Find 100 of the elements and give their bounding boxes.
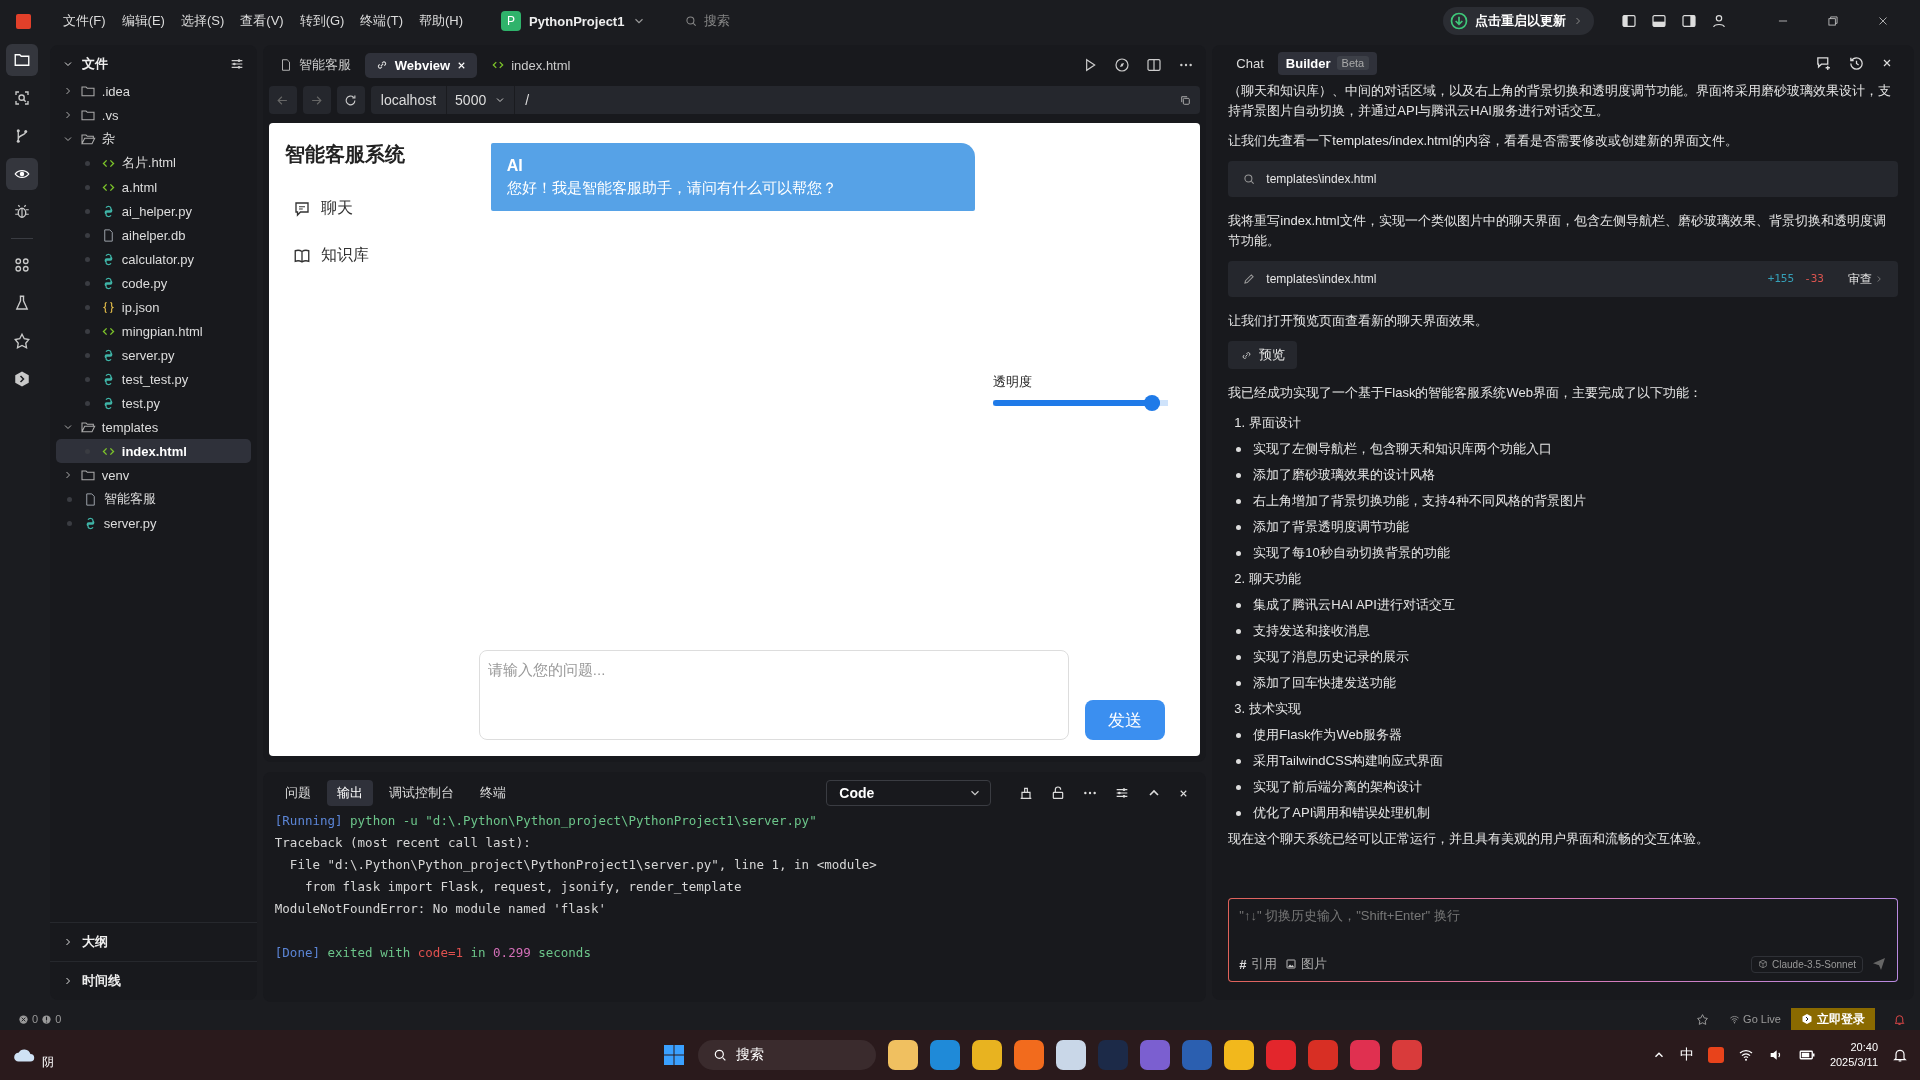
panel-tab[interactable]: 问题 <box>274 780 321 806</box>
split-view-icon[interactable] <box>1146 57 1163 73</box>
menu-item[interactable]: 文件(F) <box>55 8 114 34</box>
panel-toggle-icon[interactable] <box>1651 13 1667 29</box>
file-item[interactable]: ip.json <box>55 295 251 319</box>
port-dropdown[interactable]: 5000 <box>447 86 516 114</box>
panel-tab[interactable]: 终端 <box>469 780 516 806</box>
file-card[interactable]: templates\index.html <box>1228 161 1898 197</box>
hexagon-icon <box>1801 1013 1813 1025</box>
file-item[interactable]: a.html <box>55 175 251 199</box>
file-item[interactable]: index.html <box>55 439 251 463</box>
file-item[interactable]: 智能客服 <box>55 487 251 511</box>
menu-item[interactable]: 编辑(E) <box>113 8 173 34</box>
restore-icon[interactable] <box>1826 14 1840 28</box>
menu-item[interactable]: 查看(V) <box>232 8 292 34</box>
message-text: 您好！我是智能客服助手，请问有什么可以帮您？ <box>506 179 837 196</box>
section-header[interactable]: 大纲 <box>49 922 257 961</box>
list-item: 添加了磨砂玻璃效果的设计风格 <box>1253 466 1436 484</box>
file-item[interactable]: aihelper.db <box>55 223 251 247</box>
editor-tab[interactable]: Webview <box>364 52 478 78</box>
lines-added: +155 <box>1767 271 1795 287</box>
path-field[interactable]: / <box>515 92 1172 108</box>
account-icon[interactable] <box>1711 13 1727 29</box>
file-card[interactable]: templates\index.html +155 -33 审查 <box>1228 261 1898 297</box>
app-icon[interactable] <box>1223 1040 1254 1070</box>
compass-icon[interactable] <box>1114 57 1131 73</box>
file-item[interactable]: code.py <box>55 271 251 295</box>
nav-item[interactable]: 聊天 <box>284 192 463 225</box>
image-button[interactable]: 图片 <box>1284 955 1327 973</box>
app-icon[interactable] <box>971 1040 1002 1070</box>
search-field[interactable]: 搜索 <box>684 12 731 30</box>
review-link[interactable]: 审查 <box>1848 269 1884 289</box>
folder-item[interactable]: .idea <box>55 79 251 103</box>
list-item: 实现了每10秒自动切换背景的功能 <box>1253 544 1450 562</box>
panel-tab[interactable]: 输出 <box>326 780 373 806</box>
menu-item[interactable]: 转到(G) <box>291 8 353 34</box>
file-item[interactable]: server.py <box>55 343 251 367</box>
folder-item[interactable]: 杂 <box>55 127 251 151</box>
taskbar-search[interactable]: 搜索 <box>697 1040 876 1070</box>
input-method-indicator[interactable]: 中 <box>1679 1046 1694 1064</box>
project-switcher[interactable]: P PythonProject1 <box>493 7 655 35</box>
pencil-icon <box>1242 272 1257 286</box>
bell-icon[interactable] <box>1893 1012 1906 1026</box>
file-item[interactable]: ai_helper.py <box>55 199 251 223</box>
section-header[interactable]: 时间线 <box>49 961 257 1000</box>
folder-item[interactable]: venv <box>55 463 251 487</box>
app-icon[interactable] <box>887 1040 918 1070</box>
sidebar-toggle-icon[interactable] <box>1621 13 1637 29</box>
channel-dropdown[interactable]: Code <box>826 780 992 806</box>
folder-item[interactable]: .vs <box>55 103 251 127</box>
secondary-sidebar-icon[interactable] <box>1681 13 1697 29</box>
file-item[interactable]: test_test.py <box>55 367 251 391</box>
activity-button[interactable] <box>5 158 38 190</box>
editor-tab[interactable]: index.html <box>481 52 581 78</box>
file-item[interactable]: test.py <box>55 391 251 415</box>
editor-tab[interactable]: 智能客服 <box>268 51 361 79</box>
menu-item[interactable]: 帮助(H) <box>411 8 472 34</box>
host-field[interactable]: localhost <box>370 86 448 114</box>
tray-app-icon[interactable] <box>1707 1047 1724 1063</box>
new-chat-icon[interactable] <box>1815 54 1832 72</box>
menu-item[interactable]: 选择(S) <box>172 8 233 34</box>
panel-tab[interactable]: 调试控制台 <box>378 780 464 806</box>
menu-item[interactable]: 终端(T) <box>352 8 412 34</box>
app-icon[interactable] <box>1013 1040 1044 1070</box>
send-icon[interactable] <box>1871 956 1887 972</box>
reference-button[interactable]: # 引用 <box>1239 955 1277 973</box>
login-button[interactable]: 立即登录 <box>1791 1008 1875 1030</box>
start-icon[interactable] <box>661 1043 686 1067</box>
clock[interactable]: 20:40 2025/3/11 <box>1829 1040 1878 1070</box>
file-item[interactable]: mingpian.html <box>55 319 251 343</box>
history-icon[interactable] <box>1848 54 1865 72</box>
folder-item[interactable]: templates <box>55 415 251 439</box>
bullet-dot <box>84 376 90 382</box>
assistant-tab[interactable]: Chat <box>1228 51 1272 75</box>
wifi-icon[interactable] <box>1737 1047 1754 1063</box>
assistant-tab[interactable]: Builder Beta <box>1277 51 1378 75</box>
go-live-button[interactable]: Go Live <box>1729 1013 1781 1025</box>
folder-icon <box>79 107 96 123</box>
file-path: templates\index.html <box>1266 171 1378 188</box>
message-input[interactable]: "↑↓" 切换历史输入，"Shift+Enter" 换行 # 引用 图片 Claude-3.5-Sonnet <box>1228 898 1898 982</box>
app-icon[interactable] <box>1055 1040 1086 1070</box>
copy-icon[interactable] <box>1179 93 1193 107</box>
update-button[interactable]: 点击重启以更新 <box>1443 7 1594 35</box>
preview-button[interactable]: 预览 <box>1228 341 1298 369</box>
close-icon[interactable] <box>1881 57 1893 69</box>
slider-thumb[interactable] <box>1144 395 1161 411</box>
activity-button[interactable] <box>5 44 38 76</box>
file-item[interactable]: 名片.html <box>55 151 251 175</box>
broadcast-icon <box>1729 1013 1741 1025</box>
nav-button[interactable] <box>336 86 365 114</box>
reload-icon <box>343 92 359 108</box>
file-item[interactable]: server.py <box>55 511 251 535</box>
model-selector[interactable]: Claude-3.5-Sonnet <box>1751 955 1863 973</box>
file-item[interactable]: calculator.py <box>55 247 251 271</box>
bullet-dot <box>1236 811 1242 816</box>
nav-item[interactable]: 知识库 <box>284 239 463 272</box>
list-heading: 3. 技术实现 <box>1233 700 1302 718</box>
problems-counter[interactable]: 0 0 <box>18 1013 62 1025</box>
notification-icon[interactable] <box>1892 1047 1908 1063</box>
message-text: 我将重写index.html文件，实现一个类似图片中的聊天界面，包含左侧导航栏、磨砂玻璃效果、背景切换和透明度调节功能。 <box>1228 212 1887 250</box>
